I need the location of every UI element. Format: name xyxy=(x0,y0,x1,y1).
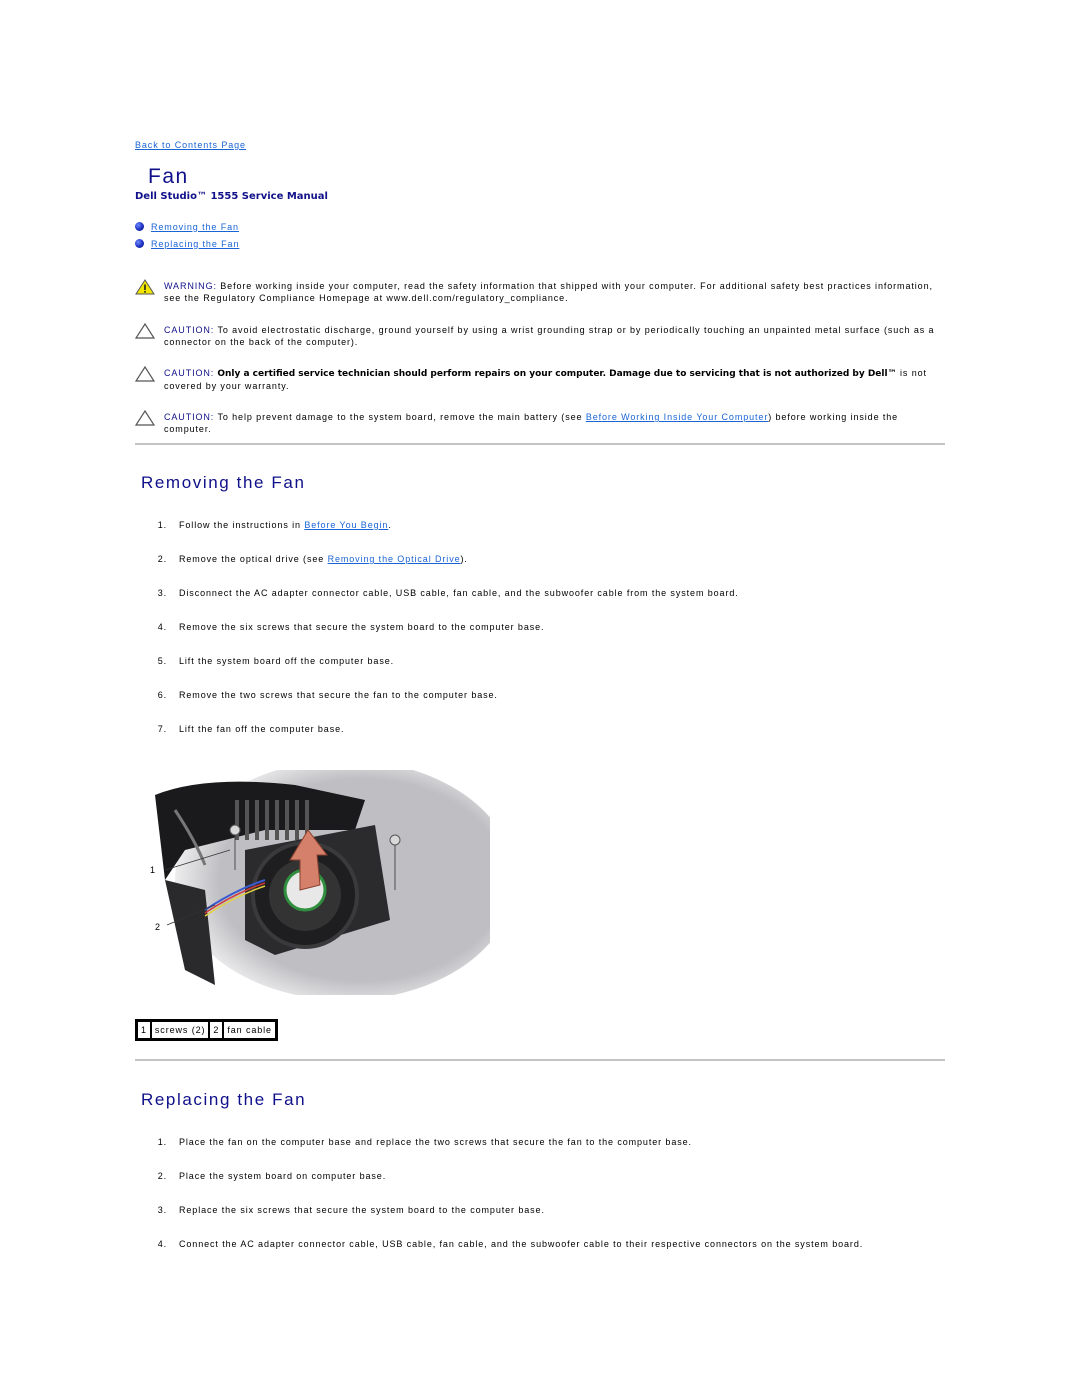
step-number: 3. xyxy=(157,588,167,598)
step-item: 2. Place the system board on computer ba… xyxy=(135,1171,863,1205)
step-item: 5. Lift the system board off the compute… xyxy=(135,656,739,690)
callout-number: 2 xyxy=(155,922,160,932)
caution-notice: CAUTION: To avoid electrostatic discharg… xyxy=(135,323,945,348)
step-number: 7. xyxy=(157,724,167,734)
step-text: Place the fan on the computer base and r… xyxy=(179,1137,692,1147)
toc-link-removing-fan[interactable]: Removing the Fan xyxy=(151,222,239,232)
step-text-part: Remove the optical drive (see xyxy=(179,554,328,564)
notice-body: To avoid electrostatic discharge, ground… xyxy=(164,325,935,347)
step-text: Remove the six screws that secure the sy… xyxy=(179,622,545,632)
section-title-removing: Removing the Fan xyxy=(141,473,306,492)
toc-item: Removing the Fan xyxy=(135,218,239,235)
notice-bold-text: Only a certified service technician shou… xyxy=(214,369,897,379)
toc-item: Replacing the Fan xyxy=(135,235,239,252)
notice-label: CAUTION: xyxy=(164,325,215,335)
step-text: Lift the fan off the computer base. xyxy=(179,724,345,734)
step-item: 1. Follow the instructions in Before You… xyxy=(135,520,739,554)
step-item: 4. Remove the six screws that secure the… xyxy=(135,622,739,656)
toc-link-replacing-fan[interactable]: Replacing the Fan xyxy=(151,239,239,249)
step-text: Remove the optical drive (see Removing t… xyxy=(179,554,468,588)
caution-notice: CAUTION: To help prevent damage to the s… xyxy=(135,410,945,435)
callout-row: 1 screws (2) 2 fan cable xyxy=(137,1021,276,1039)
manual-title: Dell Studio™ 1555 Service Manual xyxy=(135,191,328,202)
callout-number: 2 xyxy=(209,1021,224,1039)
caution-icon xyxy=(135,410,155,426)
step-number: 1. xyxy=(157,1137,167,1147)
notice-label: CAUTION: xyxy=(164,412,215,422)
callout-label: fan cable xyxy=(223,1021,276,1039)
notice-label: WARNING: xyxy=(164,281,217,291)
step-text: Follow the instructions in Before You Be… xyxy=(179,520,392,554)
callout-number: 1 xyxy=(137,1021,151,1039)
notice-text: CAUTION: To avoid electrostatic discharg… xyxy=(164,325,945,348)
step-item: 4. Connect the AC adapter connector cabl… xyxy=(135,1239,863,1273)
step-text: Remove the two screws that secure the fa… xyxy=(179,690,498,700)
step-item: 7. Lift the fan off the computer base. xyxy=(135,724,739,758)
callout-legend-table: 1 screws (2) 2 fan cable xyxy=(135,1019,278,1041)
step-item: 3. Replace the six screws that secure th… xyxy=(135,1205,863,1239)
notice-text: CAUTION: To help prevent damage to the s… xyxy=(164,412,945,435)
before-you-begin-link[interactable]: Before You Begin xyxy=(304,520,388,530)
step-number: 6. xyxy=(157,690,167,700)
step-text-part: Follow the instructions in xyxy=(179,520,305,530)
step-number: 4. xyxy=(157,622,167,632)
bullet-icon xyxy=(135,239,144,248)
bullet-icon xyxy=(135,222,144,231)
warning-icon xyxy=(135,279,155,295)
fan-removal-illustration: 1 2 xyxy=(150,770,490,995)
back-to-contents-link[interactable]: Back to Contents Page xyxy=(135,140,246,150)
callout-label: screws (2) xyxy=(150,1021,210,1039)
page-title: Fan xyxy=(148,165,189,188)
step-item: 2. Remove the optical drive (see Removin… xyxy=(135,554,739,588)
notice-text: WARNING: Before working inside your comp… xyxy=(164,281,945,304)
step-text: Place the system board on computer base. xyxy=(179,1171,387,1181)
step-text: Lift the system board off the computer b… xyxy=(179,656,395,666)
step-number: 1. xyxy=(157,520,167,530)
step-text: Connect the AC adapter connector cable, … xyxy=(179,1239,864,1249)
notice-body: To help prevent damage to the system boa… xyxy=(214,412,586,422)
before-working-inside-link[interactable]: Before Working Inside Your Computer xyxy=(586,412,768,422)
divider xyxy=(135,443,945,445)
step-text: Replace the six screws that secure the s… xyxy=(179,1205,545,1215)
step-text-part: ). xyxy=(460,554,468,564)
caution-icon xyxy=(135,366,155,382)
step-item: 6. Remove the two screws that secure the… xyxy=(135,690,739,724)
step-item: 1. Place the fan on the computer base an… xyxy=(135,1137,863,1171)
step-number: 2. xyxy=(157,554,167,564)
warning-notice: WARNING: Before working inside your comp… xyxy=(135,279,945,304)
notice-body: Before working inside your computer, rea… xyxy=(164,281,933,303)
table-of-contents: Removing the Fan Replacing the Fan xyxy=(135,218,239,252)
notice-text: CAUTION: Only a certified service techni… xyxy=(164,368,945,392)
removing-optical-drive-link[interactable]: Removing the Optical Drive xyxy=(328,554,461,564)
removing-steps: 1. Follow the instructions in Before You… xyxy=(135,520,739,758)
replacing-steps: 1. Place the fan on the computer base an… xyxy=(135,1137,863,1273)
step-text-part: . xyxy=(388,520,392,530)
step-number: 3. xyxy=(157,1205,167,1215)
section-title-replacing: Replacing the Fan xyxy=(141,1090,307,1109)
step-number: 4. xyxy=(157,1239,167,1249)
divider xyxy=(135,1059,945,1061)
caution-notice: CAUTION: Only a certified service techni… xyxy=(135,366,945,392)
step-number: 5. xyxy=(157,656,167,666)
callout-number: 1 xyxy=(150,865,155,875)
notice-label: CAUTION: xyxy=(164,368,215,378)
step-item: 3. Disconnect the AC adapter connector c… xyxy=(135,588,739,622)
step-number: 2. xyxy=(157,1171,167,1181)
step-text: Disconnect the AC adapter connector cabl… xyxy=(179,588,739,598)
caution-icon xyxy=(135,323,155,339)
